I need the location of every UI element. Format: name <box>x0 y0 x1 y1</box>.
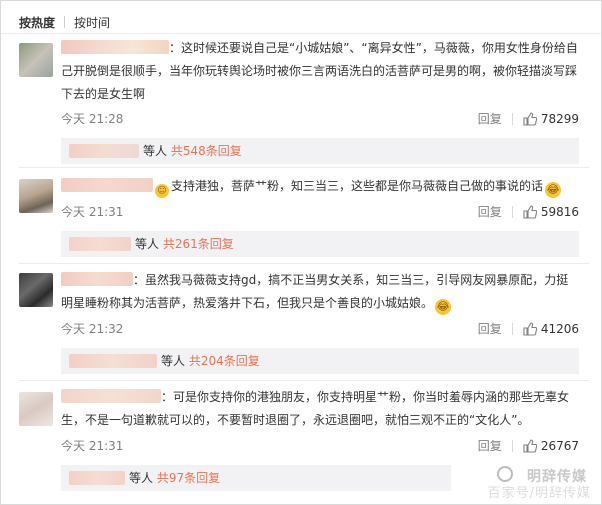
comment-meta: 今天 21:31 回复 59816 <box>61 203 579 220</box>
reply-users-suffix: 等人 <box>135 237 160 251</box>
reply-summary[interactable]: 等人 共204条回复 <box>61 348 579 374</box>
reply-summary[interactable]: 等人 共261条回复 <box>61 231 579 257</box>
reply-users-blurred <box>69 144 139 158</box>
reply-users-suffix: 等人 <box>129 471 154 485</box>
reply-button[interactable]: 回复 <box>478 203 502 220</box>
reply-summary[interactable]: 等人 共548条回复 <box>61 138 579 164</box>
action-divider <box>511 205 513 218</box>
like-button[interactable]: 41206 <box>523 322 579 336</box>
comment-text: ：虽然我马薇薇支持gd，搞不正当男女关系，知三当三，引导网友网暴原配，力挺明星睡… <box>61 269 579 315</box>
reply-button[interactable]: 回复 <box>478 320 502 337</box>
crying-face-icon: 😂 <box>545 182 562 198</box>
avatar[interactable] <box>19 392 53 426</box>
comment-meta: 今天 21:28 回复 78299 <box>61 110 579 127</box>
watermark: 明辞传媒 百家号/明辞传媒 <box>476 466 591 501</box>
reply-summary[interactable]: 等人 共97条回复 <box>61 465 451 491</box>
emoji-icon: ☺ <box>155 184 169 198</box>
comment-item: ☺ 支持港独，菩萨艹粉，知三当三，这些都是你马薇薇自己做的事说的话 😂 今天 21:… <box>1 169 601 261</box>
timestamp: 今天 21:28 <box>61 112 124 126</box>
wechat-logo-icon <box>497 466 513 482</box>
comment-meta: 今天 21:32 回复 41206 <box>61 320 579 337</box>
comment-actions: 回复 41206 <box>478 320 579 337</box>
timestamp: 今天 21:32 <box>61 322 124 336</box>
reply-count-link[interactable]: 共97条回复 <box>157 471 220 485</box>
comment-actions: 回复 59816 <box>478 203 579 220</box>
username-blurred[interactable] <box>61 40 169 54</box>
comment-text: ：可是你支持你的港独朋友，你支持明星艹粉，你当时羞辱内涵的那些无辜女生，不是一句… <box>61 386 579 432</box>
comment-body: 支持港独，菩萨艹粉，知三当三，这些都是你马薇薇自己做的事说的话 <box>171 179 544 193</box>
avatar[interactable] <box>19 273 53 307</box>
action-divider <box>511 439 513 452</box>
comment-divider <box>19 167 589 168</box>
crying-face-icon: 😂 <box>435 299 452 315</box>
reply-count-link[interactable]: 共204条回复 <box>189 354 260 368</box>
username-blurred[interactable] <box>61 272 133 286</box>
action-divider <box>511 112 513 125</box>
comment-text: ☺ 支持港独，菩萨艹粉，知三当三，这些都是你马薇薇自己做的事说的话 😂 <box>61 175 579 198</box>
comment-meta: 今天 21:31 回复 26767 <box>61 437 579 454</box>
comment-divider <box>19 263 589 264</box>
comment-panel: 按热度 按时间 ：这时候还要说自己是“小城姑娘”、“离异女性”，马薇薇，你用女性… <box>0 0 602 505</box>
thumbs-up-icon <box>523 111 537 126</box>
sort-bar: 按热度 按时间 <box>19 12 110 32</box>
action-divider <box>511 322 513 335</box>
like-button[interactable]: 26767 <box>523 439 579 453</box>
header-divider <box>1 33 601 34</box>
username-blurred[interactable] <box>61 389 161 403</box>
like-count: 78299 <box>540 111 579 126</box>
reply-button[interactable]: 回复 <box>478 110 502 127</box>
username-blurred[interactable] <box>61 178 153 192</box>
sort-divider <box>64 16 66 28</box>
timestamp: 今天 21:31 <box>61 205 124 219</box>
reply-users-blurred <box>69 237 131 251</box>
avatar[interactable] <box>19 179 53 213</box>
reply-count-link[interactable]: 共261条回复 <box>163 237 234 251</box>
comment-item: ：这时候还要说自己是“小城姑娘”、“离异女性”，马薇薇，你用女性身份给自己开脱倒… <box>1 35 601 165</box>
reply-button[interactable]: 回复 <box>478 437 502 454</box>
sort-by-hot-tab[interactable]: 按热度 <box>19 14 55 31</box>
like-count: 41206 <box>540 321 579 336</box>
reply-users-blurred <box>69 471 125 485</box>
comment-text: ：这时候还要说自己是“小城姑娘”、“离异女性”，马薇薇，你用女性身份给自己开脱倒… <box>61 37 579 106</box>
reply-count-link[interactable]: 共548条回复 <box>171 144 242 158</box>
comment-body: ：虽然我马薇薇支持gd，搞不正当男女关系，知三当三，引导网友网暴原配，力挺明星睡… <box>61 273 569 310</box>
thumbs-up-icon <box>523 321 537 336</box>
thumbs-up-icon <box>523 438 537 453</box>
reply-users-suffix: 等人 <box>143 144 168 158</box>
watermark-subtitle: 百家号/明辞传媒 <box>487 486 591 501</box>
thumbs-up-icon <box>523 204 537 219</box>
comment-item: ：虽然我马薇薇支持gd，搞不正当男女关系，知三当三，引导网友网暴原配，力挺明星睡… <box>1 265 601 378</box>
like-count: 59816 <box>540 204 579 219</box>
avatar[interactable] <box>19 43 53 77</box>
comment-divider <box>19 380 589 381</box>
sort-by-time-tab[interactable]: 按时间 <box>74 14 110 31</box>
comment-actions: 回复 78299 <box>478 110 579 127</box>
reply-users-blurred <box>69 354 157 368</box>
comment-actions: 回复 26767 <box>478 437 579 454</box>
timestamp: 今天 21:31 <box>61 439 124 453</box>
like-button[interactable]: 59816 <box>523 205 579 219</box>
reply-users-suffix: 等人 <box>161 354 186 368</box>
like-button[interactable]: 78299 <box>523 112 579 126</box>
like-count: 26767 <box>540 438 579 453</box>
